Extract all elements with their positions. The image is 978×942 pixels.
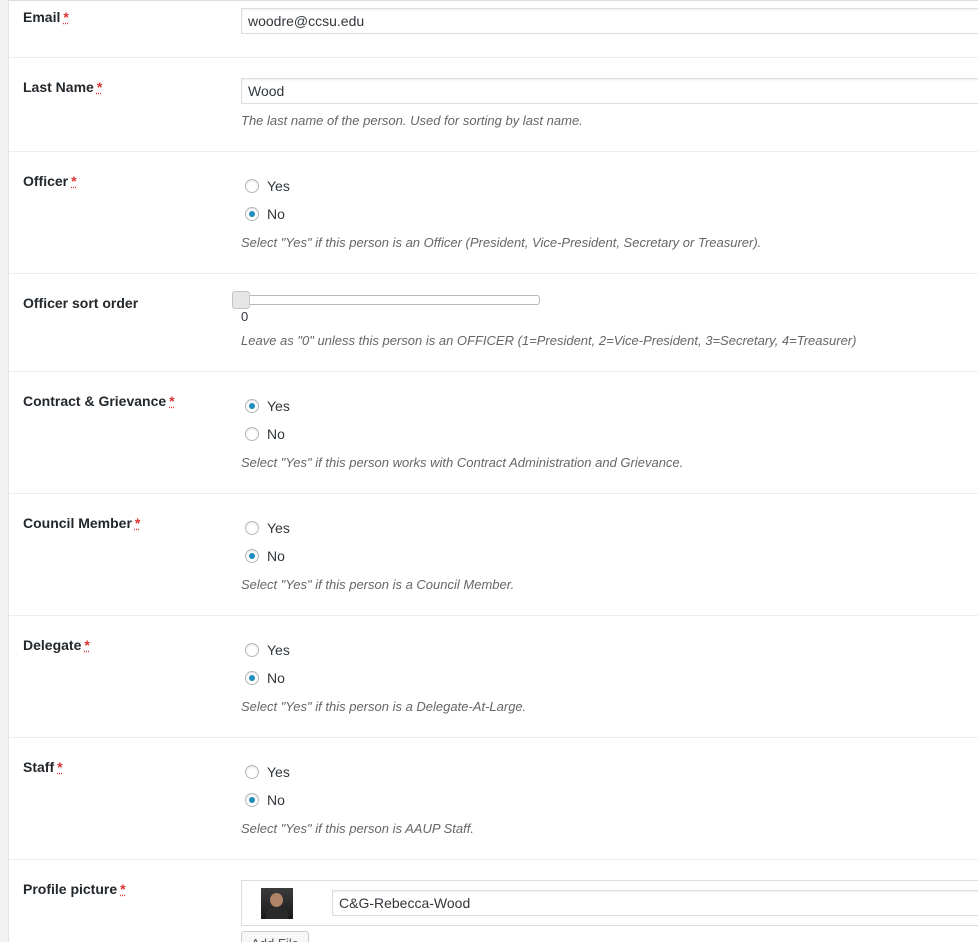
staff-row: Staff * Yes No Select "Yes" if this perso… — [9, 738, 978, 860]
council-member-no-option[interactable]: No — [245, 547, 285, 565]
required-marker: * — [57, 759, 63, 775]
delegate-yes-radio[interactable] — [245, 643, 259, 657]
last-name-row: Last Name * Wood The last name of the per… — [9, 58, 978, 152]
officer-no-radio[interactable] — [245, 207, 259, 221]
required-marker: * — [96, 79, 103, 95]
council-member-label: Council Member * — [23, 515, 141, 531]
contract-grievance-row: Contract & Grievance * Yes No Select "Yes… — [9, 372, 978, 494]
officer-yes-radio[interactable] — [245, 179, 259, 193]
council-member-yes-label: Yes — [267, 520, 290, 536]
staff-no-option[interactable]: No — [245, 791, 285, 809]
officer-sort-order-label: Officer sort order — [23, 295, 139, 311]
required-marker: * — [63, 9, 69, 25]
contract-grievance-description: Select "Yes" if this person works with C… — [241, 455, 684, 470]
email-row: Email * woodre@ccsu.edu — [9, 0, 978, 58]
officer-sort-order-row: Officer sort order 0 Leave as "0" unless… — [9, 274, 978, 372]
officer-description: Select "Yes" if this person is an Office… — [241, 235, 762, 250]
staff-no-radio[interactable] — [245, 793, 259, 807]
delegate-description: Select "Yes" if this person is a Delegat… — [241, 699, 527, 714]
profile-thumbnail[interactable] — [261, 888, 293, 919]
staff-no-label: No — [267, 792, 285, 808]
add-file-button[interactable]: Add File — [241, 931, 309, 942]
delegate-row: Delegate * Yes No Select "Yes" if this pe… — [9, 616, 978, 738]
officer-yes-option[interactable]: Yes — [245, 177, 290, 195]
officer-no-label: No — [267, 206, 285, 222]
last-name-label: Last Name * — [23, 79, 103, 95]
required-marker: * — [71, 173, 77, 189]
contract-grievance-no-radio[interactable] — [245, 427, 259, 441]
officer-sort-order-description: Leave as "0" unless this person is an OF… — [241, 333, 857, 348]
council-member-yes-radio[interactable] — [245, 521, 259, 535]
contract-grievance-label: Contract & Grievance * — [23, 393, 175, 409]
required-marker: * — [84, 637, 90, 653]
officer-label: Officer * — [23, 173, 77, 189]
delegate-no-option[interactable]: No — [245, 669, 285, 687]
edit-person-form: Email * woodre@ccsu.edu Last Name * Wood T… — [0, 0, 978, 942]
email-input[interactable]: woodre@ccsu.edu — [241, 8, 978, 34]
slider-handle[interactable] — [232, 291, 250, 309]
last-name-input[interactable]: Wood — [241, 78, 978, 104]
contract-grievance-yes-radio[interactable] — [245, 399, 259, 413]
staff-yes-option[interactable]: Yes — [245, 763, 290, 781]
last-name-description: The last name of the person. Used for so… — [241, 113, 583, 128]
staff-yes-label: Yes — [267, 764, 290, 780]
staff-yes-radio[interactable] — [245, 765, 259, 779]
contract-grievance-yes-label: Yes — [267, 398, 290, 414]
contract-grievance-no-label: No — [267, 426, 285, 442]
officer-row: Officer * Yes No Select "Yes" if this per… — [9, 152, 978, 274]
staff-label: Staff * — [23, 759, 63, 775]
officer-sort-order-slider[interactable] — [232, 295, 540, 305]
email-label: Email * — [23, 9, 69, 25]
council-member-no-radio[interactable] — [245, 549, 259, 563]
council-member-row: Council Member * Yes No Select "Yes" if t… — [9, 494, 978, 616]
officer-no-option[interactable]: No — [245, 205, 285, 223]
council-member-yes-option[interactable]: Yes — [245, 519, 290, 537]
delegate-yes-option[interactable]: Yes — [245, 641, 290, 659]
delegate-yes-label: Yes — [267, 642, 290, 658]
profile-picture-file-item: C&G-Rebecca-Wood — [241, 880, 978, 926]
delegate-no-label: No — [267, 670, 285, 686]
required-marker: * — [134, 515, 141, 531]
delegate-no-radio[interactable] — [245, 671, 259, 685]
required-marker: * — [169, 393, 175, 409]
contract-grievance-yes-option[interactable]: Yes — [245, 397, 290, 415]
contract-grievance-no-option[interactable]: No — [245, 425, 285, 443]
required-marker: * — [120, 881, 126, 897]
council-member-description: Select "Yes" if this person is a Council… — [241, 577, 515, 592]
admin-left-edge — [0, 0, 9, 942]
file-title-input[interactable]: C&G-Rebecca-Wood — [332, 890, 978, 916]
officer-sort-order-value: 0 — [241, 309, 249, 324]
delegate-label: Delegate * — [23, 637, 90, 653]
staff-description: Select "Yes" if this person is AAUP Staf… — [241, 821, 474, 836]
profile-picture-row: Profile picture* C&G-Rebecca-Wood Add Fi… — [9, 860, 978, 942]
profile-picture-label: Profile picture * — [23, 881, 126, 897]
council-member-no-label: No — [267, 548, 285, 564]
officer-yes-label: Yes — [267, 178, 290, 194]
